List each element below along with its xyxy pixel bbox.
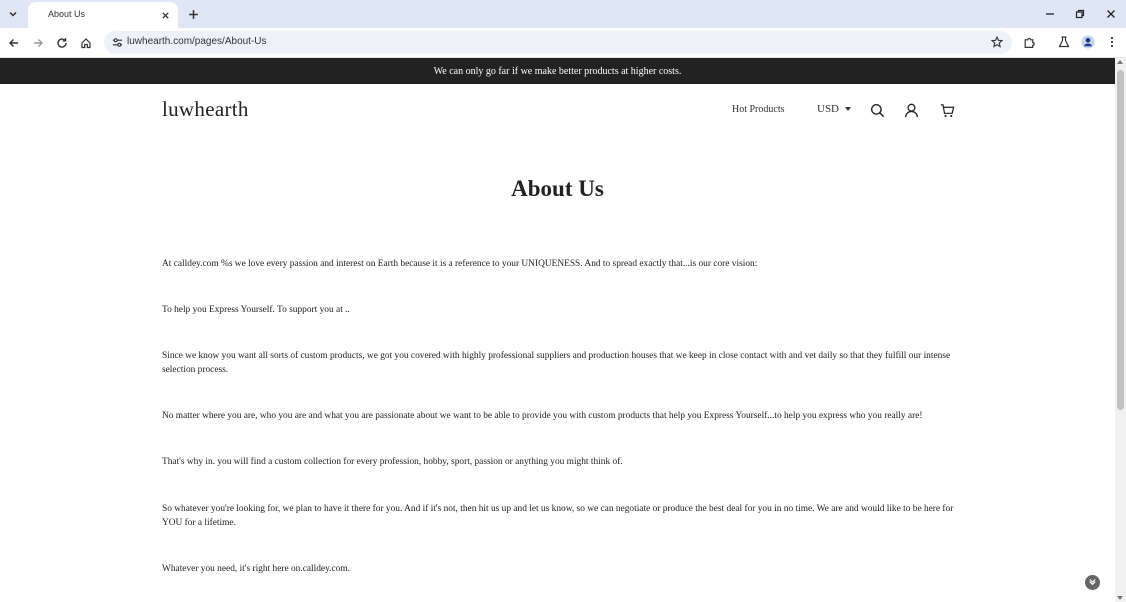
- browser-toolbar: luwhearth.com/pages/About-Us: [0, 28, 1126, 58]
- user-icon[interactable]: [903, 102, 919, 118]
- scrollbar-thumb[interactable]: [1117, 70, 1124, 410]
- reload-icon[interactable]: [54, 35, 70, 51]
- browser-tab-bar: About Us: [0, 0, 1126, 28]
- bookmark-star-icon[interactable]: [990, 35, 1004, 49]
- url-text[interactable]: luwhearth.com/pages/About-Us: [127, 36, 267, 47]
- home-icon[interactable]: [78, 35, 94, 51]
- about-paragraph: To help you Express Yourself. To support…: [162, 305, 350, 315]
- back-arrow-icon[interactable]: [6, 35, 22, 51]
- kebab-menu-icon[interactable]: [1104, 34, 1120, 50]
- cart-icon[interactable]: [939, 102, 955, 118]
- nav-hot-products[interactable]: Hot Products: [732, 104, 785, 115]
- tab-title: About Us: [48, 9, 86, 19]
- tab-search-chevron-down-icon[interactable]: [4, 5, 22, 23]
- profile-icon[interactable]: [1080, 34, 1096, 50]
- about-paragraph: That's why in. you will find a custom co…: [162, 457, 623, 467]
- minimize-icon[interactable]: [1042, 6, 1058, 22]
- tab-close-icon[interactable]: [158, 8, 172, 22]
- search-icon[interactable]: [869, 102, 885, 118]
- page-title: About Us: [511, 176, 604, 201]
- caret-down-icon: [845, 107, 852, 111]
- new-tab-plus-icon[interactable]: [185, 6, 201, 22]
- scroll-to-top-chevron-icon[interactable]: [1085, 575, 1100, 590]
- site-logo[interactable]: luwhearth: [162, 97, 249, 122]
- announcement-text: We can only go far if we make better pro…: [433, 65, 682, 77]
- restore-icon[interactable]: [1072, 6, 1088, 22]
- scroll-up-arrow-icon[interactable]: [1117, 60, 1123, 64]
- page-scrollbar[interactable]: [1115, 58, 1126, 602]
- window-close-icon[interactable]: [1103, 6, 1119, 22]
- about-paragraph: So whatever you're looking for, we plan …: [162, 504, 954, 528]
- about-paragraph: Since we know you want all sorts of cust…: [162, 351, 951, 375]
- labs-flask-icon[interactable]: [1056, 34, 1072, 50]
- browser-tab-active[interactable]: About Us: [28, 2, 178, 28]
- currency-selector[interactable]: USD: [817, 103, 852, 115]
- tune-icon[interactable]: [110, 35, 124, 49]
- about-paragraph: Whatever you need, it's right here on.ca…: [162, 564, 350, 574]
- announcement-bar: We can only go far if we make better pro…: [0, 58, 1115, 84]
- about-paragraph: At calldey.com %s we love every passion …: [162, 259, 758, 269]
- currency-label: USD: [817, 103, 840, 115]
- address-bar[interactable]: luwhearth.com/pages/About-Us: [104, 31, 1012, 54]
- forward-arrow-icon[interactable]: [30, 35, 46, 51]
- about-paragraph: No matter where you are, who you are and…: [162, 411, 923, 421]
- scroll-down-arrow-icon[interactable]: [1117, 596, 1123, 600]
- extensions-puzzle-icon[interactable]: [1021, 34, 1037, 50]
